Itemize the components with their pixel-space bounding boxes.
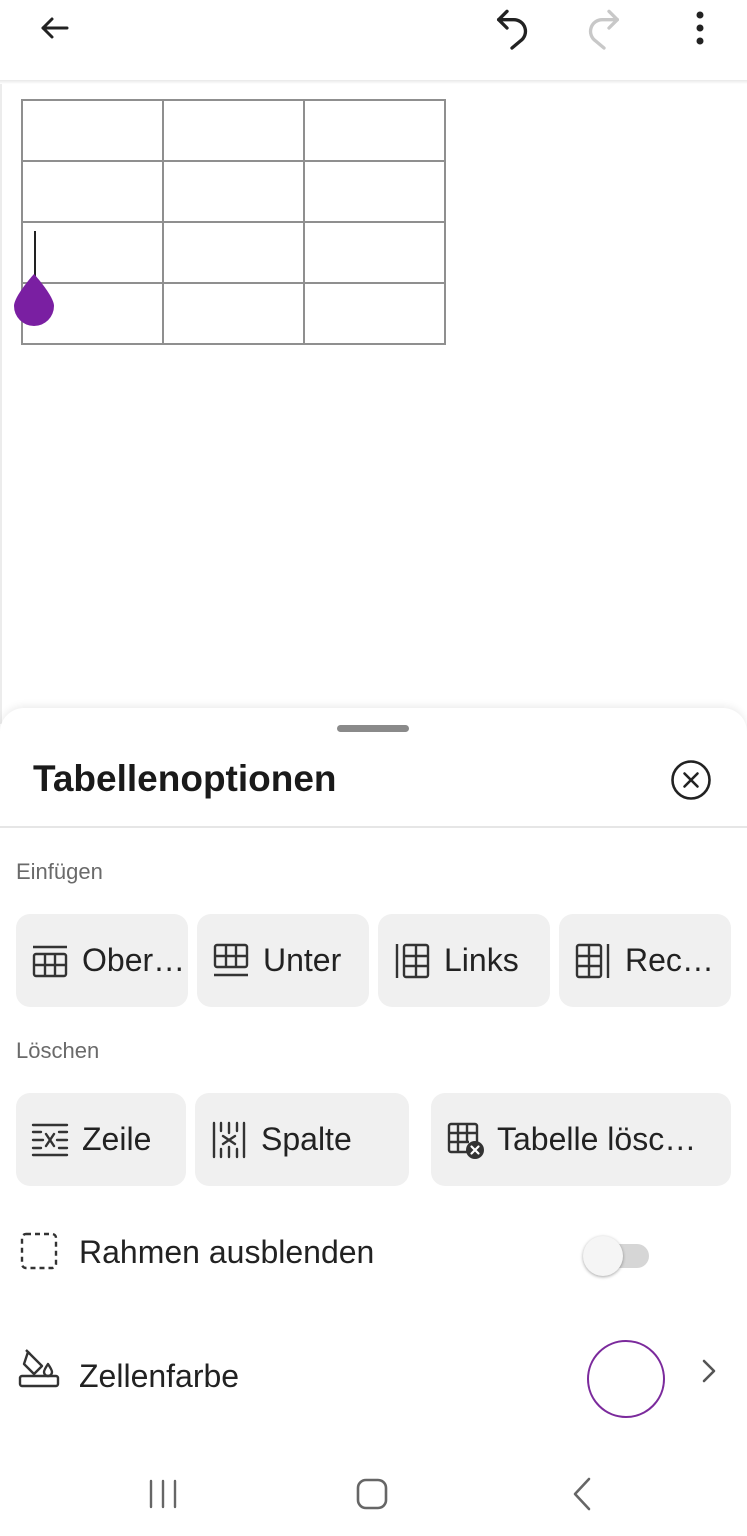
document-table[interactable] bbox=[21, 99, 446, 345]
table-row bbox=[21, 282, 446, 345]
chevron-right-icon[interactable] bbox=[694, 1356, 724, 1386]
button-label: Unter bbox=[263, 942, 342, 978]
insert-row-above-icon bbox=[30, 941, 70, 981]
hide-borders-toggle[interactable] bbox=[583, 1236, 649, 1276]
top-toolbar bbox=[0, 0, 747, 80]
redo-icon[interactable] bbox=[580, 4, 628, 52]
section-label-insert: Einfügen bbox=[16, 859, 103, 884]
undo-icon[interactable] bbox=[488, 4, 536, 52]
paint-bucket-icon bbox=[18, 1346, 60, 1388]
arrow-left-icon[interactable] bbox=[31, 4, 79, 52]
system-nav-bar bbox=[0, 1450, 747, 1536]
button-label: Tabelle lösc… bbox=[497, 1121, 697, 1157]
insert-row-above-button[interactable]: Ober… bbox=[16, 914, 188, 1007]
cell-color-row[interactable]: Zellenfarbe bbox=[0, 1328, 747, 1430]
insert-row-below-icon bbox=[211, 941, 251, 981]
table-cell[interactable] bbox=[162, 221, 305, 284]
table-cell[interactable] bbox=[162, 160, 305, 223]
cell-color-swatch[interactable] bbox=[587, 1340, 665, 1418]
delete-column-button[interactable]: Spalte bbox=[195, 1093, 409, 1186]
hide-borders-row[interactable]: Rahmen ausblenden bbox=[0, 1212, 747, 1292]
table-row bbox=[21, 99, 446, 162]
button-label: Ober… bbox=[82, 942, 186, 978]
table-row bbox=[21, 221, 446, 284]
table-cell[interactable] bbox=[303, 99, 446, 162]
insert-column-right-icon bbox=[573, 941, 613, 981]
insert-column-left-button[interactable]: Links bbox=[378, 914, 550, 1007]
toggle-knob bbox=[583, 1236, 623, 1276]
cursor-handle[interactable] bbox=[14, 274, 54, 326]
cell-color-label: Zellenfarbe bbox=[79, 1358, 240, 1394]
insert-column-left-icon bbox=[392, 941, 432, 981]
recents-icon[interactable] bbox=[139, 1470, 187, 1518]
button-label: Zeile bbox=[82, 1121, 152, 1157]
sheet-title: Tabellenoptionen bbox=[33, 758, 337, 799]
sheet-divider bbox=[0, 826, 747, 828]
delete-row-button[interactable]: Zeile bbox=[16, 1093, 186, 1186]
table-options-sheet: Tabellenoptionen Einfügen Ober… Unter Li… bbox=[0, 708, 747, 1536]
table-row bbox=[21, 160, 446, 223]
more-vertical-icon[interactable] bbox=[676, 4, 724, 52]
table-cell[interactable] bbox=[21, 160, 164, 223]
dashed-border-icon bbox=[18, 1230, 60, 1272]
table-cell[interactable] bbox=[303, 160, 446, 223]
insert-column-right-button[interactable]: Rec… bbox=[559, 914, 731, 1007]
button-label: Links bbox=[444, 942, 519, 978]
delete-table-icon bbox=[445, 1120, 485, 1160]
table-cell[interactable] bbox=[303, 221, 446, 284]
home-icon[interactable] bbox=[348, 1470, 396, 1518]
close-circle-icon[interactable] bbox=[669, 758, 713, 802]
nav-back-icon[interactable] bbox=[558, 1470, 606, 1518]
table-cell[interactable] bbox=[162, 282, 305, 345]
delete-column-icon bbox=[209, 1120, 249, 1160]
sheet-drag-handle[interactable] bbox=[337, 725, 409, 732]
insert-row-below-button[interactable]: Unter bbox=[197, 914, 369, 1007]
table-cell[interactable] bbox=[21, 99, 164, 162]
table-cell[interactable] bbox=[303, 282, 446, 345]
delete-table-button[interactable]: Tabelle lösc… bbox=[431, 1093, 731, 1186]
document-canvas[interactable] bbox=[0, 84, 747, 724]
section-label-delete: Löschen bbox=[16, 1038, 100, 1063]
hide-borders-label: Rahmen ausblenden bbox=[79, 1234, 375, 1270]
button-label: Rec… bbox=[625, 942, 714, 978]
text-cursor bbox=[34, 231, 36, 277]
table-cell[interactable] bbox=[162, 99, 305, 162]
button-label: Spalte bbox=[261, 1121, 352, 1157]
delete-row-icon bbox=[30, 1120, 70, 1160]
